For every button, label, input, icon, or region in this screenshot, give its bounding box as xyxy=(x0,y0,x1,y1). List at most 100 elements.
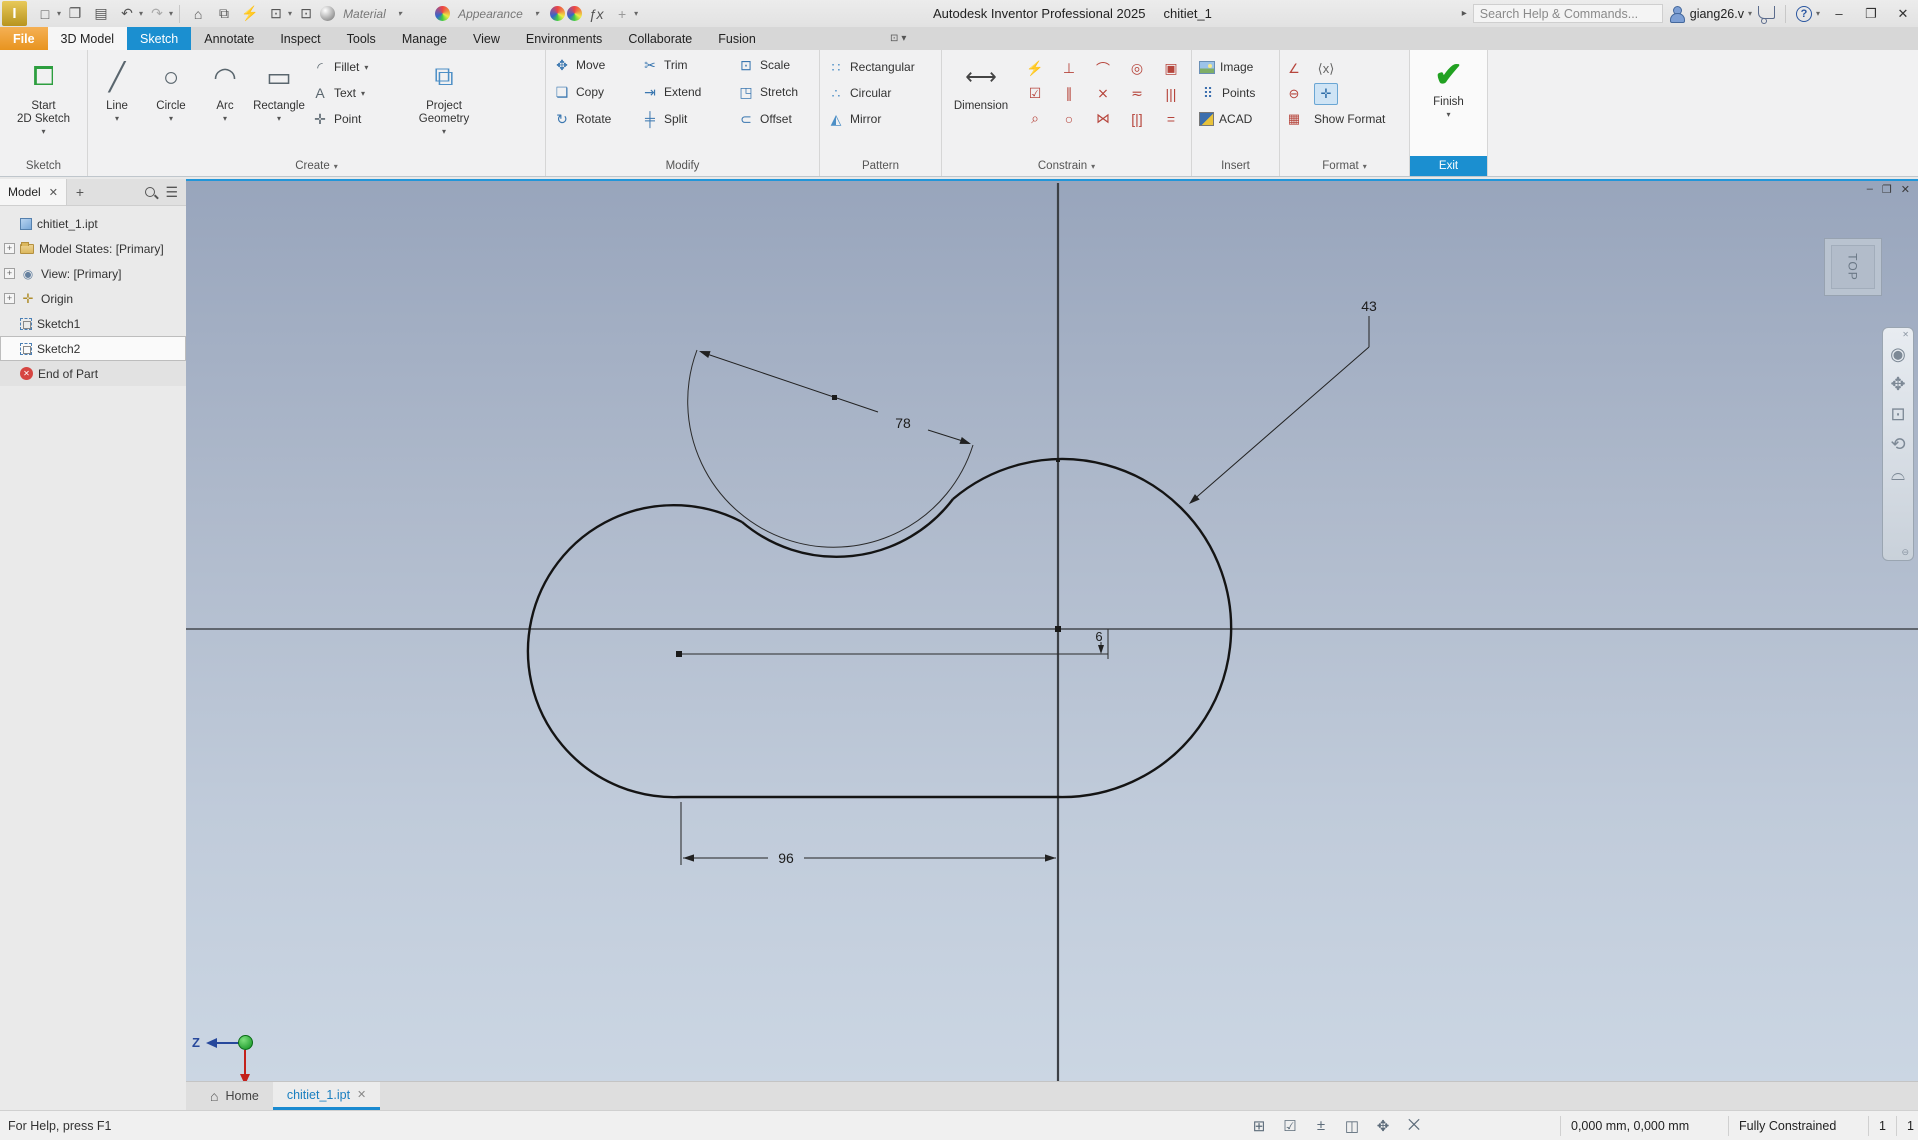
collinear-constraint-button[interactable]: [|] xyxy=(1120,106,1154,131)
tab-3d-model[interactable]: 3D Model xyxy=(47,27,128,50)
navigation-wheel-icon[interactable]: ◉ xyxy=(1890,339,1906,369)
fix-constraint-button[interactable]: ▣ xyxy=(1154,56,1188,81)
start-2d-sketch-button[interactable]: ⧠ Start 2D Sketch ▾ xyxy=(4,53,84,153)
tab-inspect[interactable]: Inspect xyxy=(267,27,333,50)
redo-icon[interactable]: ↷ xyxy=(145,2,169,25)
dimension-button[interactable]: ⟷ Dimension xyxy=(944,53,1018,153)
inventor-logo-icon[interactable]: I xyxy=(2,1,27,26)
tab-sketch[interactable]: Sketch xyxy=(127,27,192,50)
format-panel-label[interactable]: Format ▾ xyxy=(1280,156,1409,176)
centerline-button[interactable]: ∠ xyxy=(1282,58,1306,80)
tree-item-origin[interactable]: + ✛ Origin xyxy=(0,286,186,311)
rectangle-button[interactable]: ▭ Rectangle ▾ xyxy=(252,53,306,153)
reference-line-endpoint[interactable] xyxy=(676,651,682,657)
degrees-of-freedom-icon[interactable]: ✥ xyxy=(1372,1115,1394,1137)
browser-add-tab-button[interactable]: + xyxy=(67,184,93,200)
circle-button[interactable]: ○ Circle ▾ xyxy=(144,53,198,153)
offset-button[interactable]: ⊂ Offset xyxy=(732,107,822,131)
material-combo-caret-icon[interactable]: ▾ xyxy=(398,9,402,18)
search-expand-icon[interactable]: ▸ xyxy=(1462,8,1467,19)
browser-tab-close-icon[interactable]: ✕ xyxy=(49,186,58,199)
constraint-settings-button[interactable]: ☑ xyxy=(1018,81,1052,106)
text-button[interactable]: A Text ▾ xyxy=(306,81,398,105)
project-geometry-caret-icon[interactable]: ▾ xyxy=(442,127,446,136)
tree-item-end-of-part[interactable]: ✕ End of Part xyxy=(0,361,186,386)
dimension-78[interactable]: 78 xyxy=(698,348,972,448)
home-icon[interactable]: ⌂ xyxy=(186,2,210,25)
undo-caret-icon[interactable]: ▾ xyxy=(139,9,143,18)
dimension-96[interactable]: 96 xyxy=(680,802,1056,866)
insert-acad-button[interactable]: ACAD xyxy=(1194,107,1277,131)
vertical-constraint-button[interactable]: ||| xyxy=(1154,81,1188,106)
constraint-inference-icon[interactable]: ⨉ xyxy=(1403,1115,1425,1137)
profile-dip-arc[interactable] xyxy=(741,498,954,558)
parameters-fx-icon[interactable]: ƒx xyxy=(584,2,608,25)
insert-image-button[interactable]: Image xyxy=(1194,55,1277,79)
finish-caret-icon[interactable]: ▾ xyxy=(1446,110,1450,119)
tab-environments[interactable]: Environments xyxy=(513,27,615,50)
browser-tab-model[interactable]: Model ✕ xyxy=(0,179,67,205)
tree-item-sketch1[interactable]: Sketch1 xyxy=(0,311,186,336)
help-caret-icon[interactable]: ▾ xyxy=(1816,9,1820,18)
close-button[interactable]: ✕ xyxy=(1890,2,1916,25)
copy-screen-icon[interactable]: ⧉ xyxy=(212,2,236,25)
redo-caret-icon[interactable]: ▾ xyxy=(169,9,173,18)
document-tab-close-icon[interactable]: ✕ xyxy=(357,1088,366,1101)
look-at-icon[interactable]: ⌓ xyxy=(1891,459,1905,489)
rectangular-pattern-button[interactable]: ∷ Rectangular xyxy=(822,55,939,79)
constraint-visibility-icon[interactable]: ☑ xyxy=(1279,1115,1301,1137)
tree-item-view[interactable]: + ◉ View: [Primary] xyxy=(0,261,186,286)
show-constraints-button[interactable]: ⌕ xyxy=(1018,106,1052,131)
create-panel-label[interactable]: Create ▾ xyxy=(88,156,545,176)
copy-button[interactable]: ❏ Copy xyxy=(548,80,636,104)
toolbar-options-caret-icon[interactable]: ▾ xyxy=(634,9,638,18)
coincident-constraint-button[interactable]: ⨯ xyxy=(1086,81,1120,106)
user-menu-caret-icon[interactable]: ▾ xyxy=(1748,9,1752,18)
pan-icon[interactable]: ✥ xyxy=(1890,369,1905,399)
tab-manage[interactable]: Manage xyxy=(389,27,460,50)
clear-appearance-icon[interactable] xyxy=(567,6,583,21)
app-store-cart-icon[interactable] xyxy=(1757,5,1775,24)
tangent-constraint-button[interactable]: ⌒ xyxy=(1086,56,1120,81)
graphics-canvas[interactable]: 78 43 6 96 – ❐ ✕ TOP ✕ ◉ ✥ ⊡ ⟲ ⌓ ⊖ Z xyxy=(186,179,1918,1101)
tree-item-sketch2[interactable]: Sketch2 xyxy=(0,336,186,361)
auto-dimension-button[interactable]: ⚡ xyxy=(1018,56,1052,81)
grid-snap-icon[interactable]: ⊞ xyxy=(1248,1115,1270,1137)
parallel-constraint-button[interactable]: ∥ xyxy=(1052,81,1086,106)
trim-button[interactable]: ✂ Trim xyxy=(636,53,732,77)
insert-points-button[interactable]: ⠿ Points xyxy=(1194,81,1277,105)
origin-point[interactable] xyxy=(1055,626,1061,632)
ribbon-display-options[interactable]: ⊡ ▾ xyxy=(880,27,916,50)
measure-icon[interactable]: ⊡ xyxy=(294,2,318,25)
undo-icon[interactable]: ↶ xyxy=(115,2,139,25)
smooth-constraint-button[interactable]: ○ xyxy=(1052,106,1086,131)
stretch-button[interactable]: ◳ Stretch xyxy=(732,80,822,104)
tree-item-model-states[interactable]: + Model States: [Primary] xyxy=(0,236,186,261)
material-combo[interactable]: Material ▾ xyxy=(337,4,433,24)
browser-search-icon[interactable] xyxy=(145,187,156,197)
doc-close-icon[interactable]: ✕ xyxy=(1901,183,1910,196)
fillet-button[interactable]: ◜ Fillet ▾ xyxy=(306,55,398,79)
new-file-icon[interactable]: □ xyxy=(33,2,57,25)
tab-view[interactable]: View xyxy=(460,27,513,50)
circular-pattern-button[interactable]: ∴ Circular xyxy=(822,81,939,105)
browser-menu-icon[interactable]: ☰ xyxy=(165,184,178,201)
restore-button[interactable]: ❐ xyxy=(1858,2,1884,25)
user-name[interactable]: giang26.v xyxy=(1690,7,1744,21)
navbar-close-icon[interactable]: ✕ xyxy=(1902,330,1913,339)
tree-item-part[interactable]: chitiet_1.ipt xyxy=(0,211,186,236)
image-capture-icon[interactable]: ⊡ xyxy=(264,2,288,25)
center-point-button[interactable]: ✛ xyxy=(1314,82,1338,105)
project-geometry-button[interactable]: ⧉ Project Geometry ▾ xyxy=(398,53,490,153)
appearance-combo-caret-icon[interactable]: ▾ xyxy=(535,9,539,18)
open-file-icon[interactable]: ❐ xyxy=(63,2,87,25)
show-format-button[interactable]: Show Format xyxy=(1314,112,1385,126)
sketch-only-button[interactable]: ▦ xyxy=(1282,108,1306,130)
profile-outline[interactable] xyxy=(526,457,1233,799)
ifeature-bolt-icon[interactable]: ⚡ xyxy=(238,2,262,25)
add-command-icon[interactable]: + xyxy=(610,2,634,25)
finish-sketch-button[interactable]: ✔ Finish ▾ xyxy=(1414,53,1484,153)
home-tab[interactable]: ⌂ Home xyxy=(196,1082,273,1110)
view-cube[interactable]: TOP xyxy=(1824,238,1882,296)
concentric-constraint-button[interactable]: ◎ xyxy=(1120,56,1154,81)
